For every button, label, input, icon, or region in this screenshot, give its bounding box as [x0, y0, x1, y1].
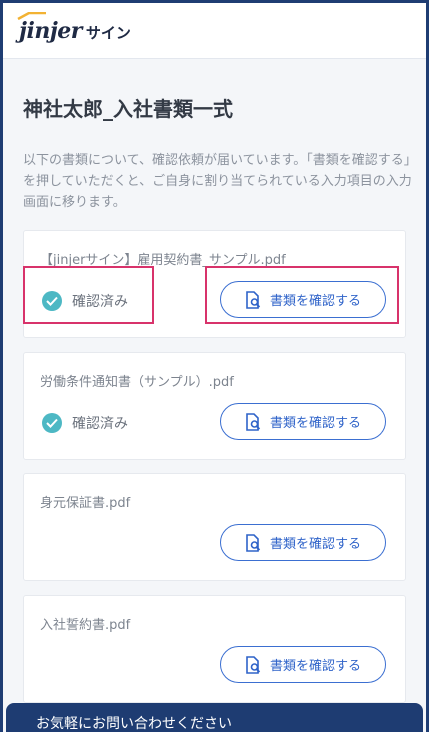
document-card: 【jinjerサイン】雇用契約書_サンプル.pdf 確認済み 書類を確認する — [23, 230, 406, 338]
logo: jinjer サイン — [17, 11, 131, 44]
document-name: 労働条件通知書（サンプル）.pdf — [40, 375, 234, 390]
app-frame: jinjer サイン 神社太郎_入社書類一式 以下の書類について、確認依頼が届い… — [3, 3, 426, 732]
logo-sub: サイン — [85, 23, 131, 42]
document-card: 労働条件通知書（サンプル）.pdf 確認済み 書類を確認する — [23, 352, 406, 460]
app-header: jinjer サイン — [3, 3, 426, 59]
document-card: 身元保証書.pdf 書類を確認する — [23, 473, 406, 581]
check-circle-icon — [42, 413, 62, 433]
check-circle-icon — [42, 291, 62, 311]
contact-footer[interactable]: お気軽にお問い合わせください — [6, 703, 423, 732]
document-name: 身元保証書.pdf — [40, 496, 131, 511]
document-card: 入社誓約書.pdf 書類を確認する — [23, 595, 406, 703]
button-label: 書類を確認する — [269, 536, 361, 551]
document-search-icon — [246, 290, 261, 309]
status-text: 確認済み — [72, 416, 128, 432]
view-document-button[interactable]: 書類を確認する — [220, 524, 386, 561]
document-name: 入社誓約書.pdf — [40, 618, 131, 633]
button-label: 書類を確認する — [269, 415, 361, 430]
page-description: 以下の書類について、確認依頼が届いています。「書類を確認する」を押していただくと… — [23, 153, 412, 210]
logo-main: jinjer — [17, 11, 82, 44]
status-confirmed: 確認済み — [42, 291, 128, 311]
view-document-button[interactable]: 書類を確認する — [220, 403, 386, 440]
document-search-icon — [246, 412, 261, 431]
status-text: 確認済み — [72, 294, 128, 310]
document-name: 【jinjerサイン】雇用契約書_サンプル.pdf — [40, 253, 286, 268]
document-search-icon — [246, 655, 261, 674]
view-document-button[interactable]: 書類を確認する — [220, 646, 386, 683]
status-confirmed: 確認済み — [42, 413, 128, 433]
logo-roof-icon — [17, 11, 46, 20]
button-label: 書類を確認する — [269, 658, 361, 673]
view-document-button[interactable]: 書類を確認する — [220, 281, 386, 318]
button-label: 書類を確認する — [269, 293, 361, 308]
page-title: 神社太郎_入社書類一式 — [23, 97, 233, 121]
footer-text: お気軽にお問い合わせください — [36, 716, 232, 732]
document-search-icon — [246, 533, 261, 552]
